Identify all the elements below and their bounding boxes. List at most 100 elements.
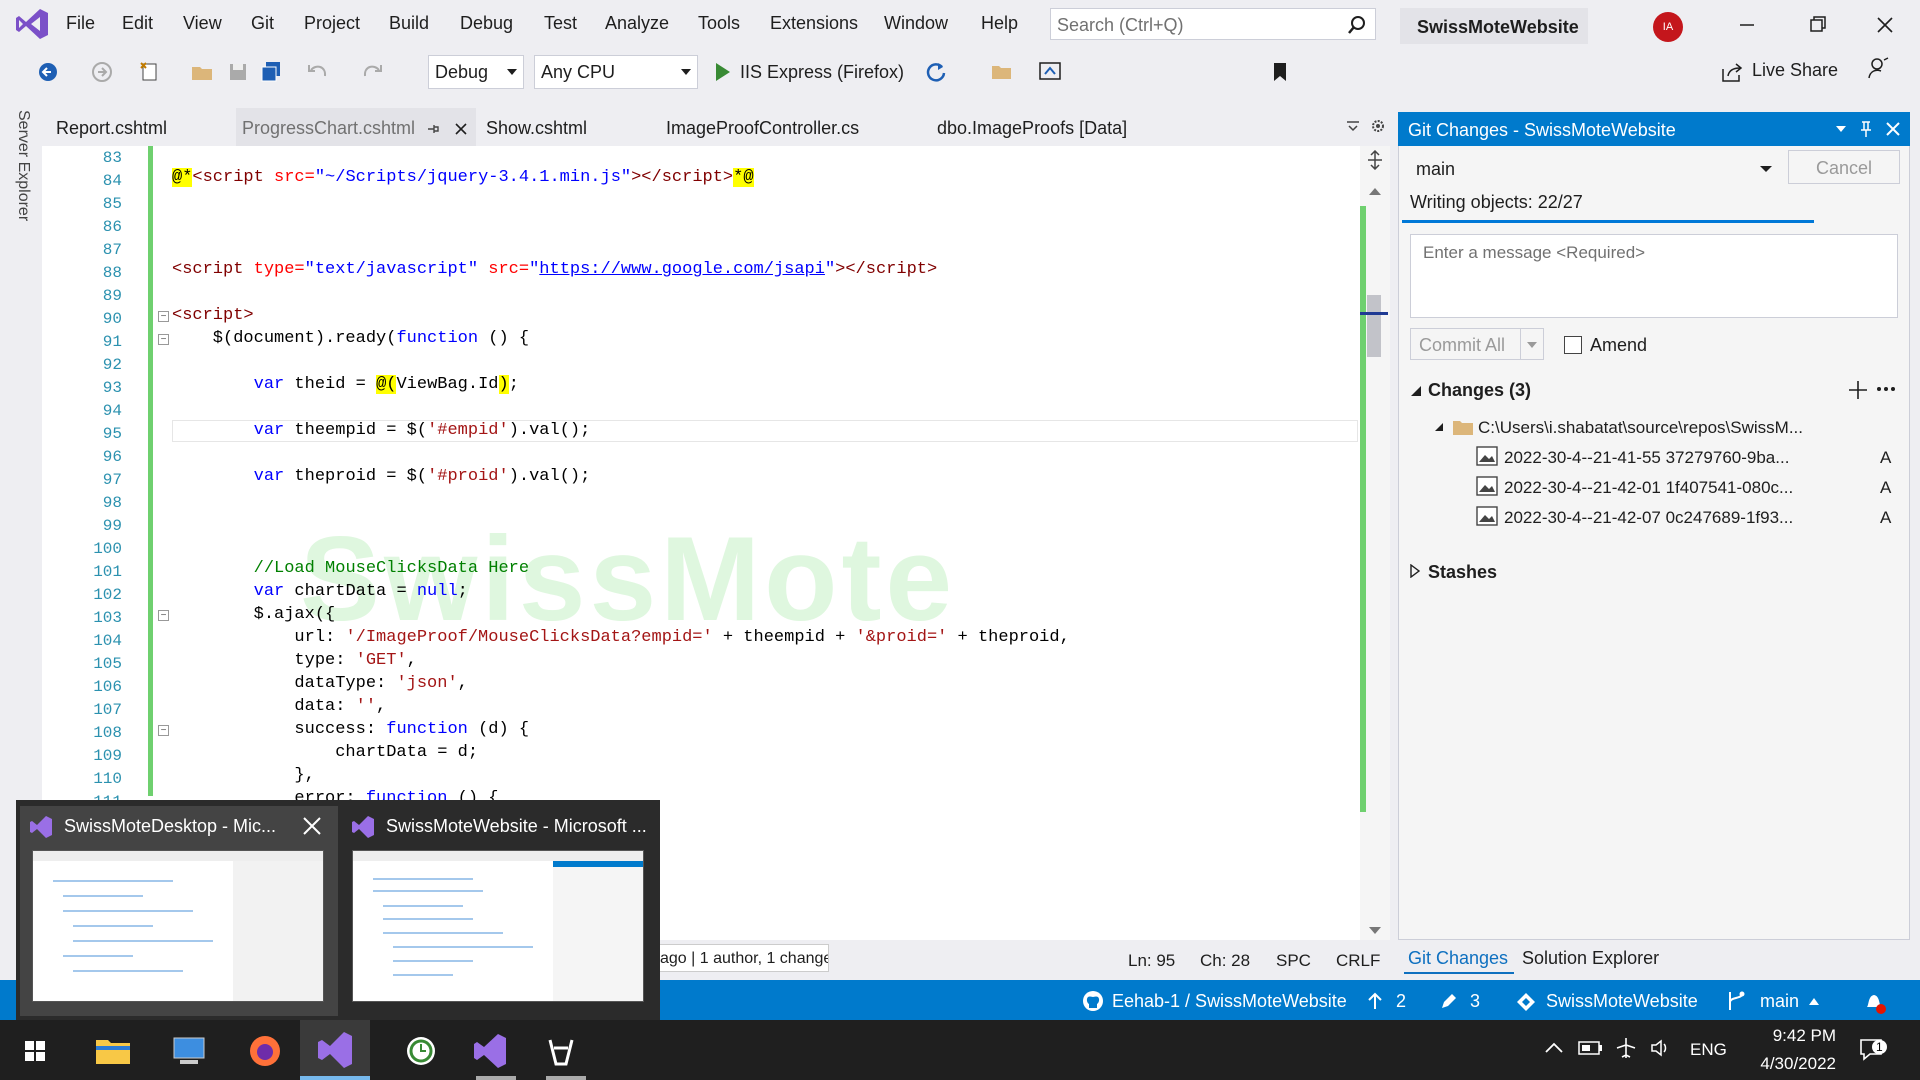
changed-file-item[interactable]: 2022-30-4--21-42-07 0c247689-1f93... [1504,508,1793,528]
menu-test[interactable]: Test [544,13,577,34]
code-lens-blame[interactable]: ago | 1 author, 1 change [655,944,829,972]
settings-gear-icon[interactable] [1370,118,1386,134]
new-project-icon[interactable] [138,60,162,84]
tab-show[interactable]: Show.cshtml [486,118,587,139]
server-explorer-tab[interactable]: Server Explorer [14,110,32,221]
menu-help[interactable]: Help [981,13,1018,34]
fold-toggle-icon[interactable]: − [158,610,169,621]
column-indicator[interactable]: Ch: 28 [1200,951,1250,971]
stage-all-plus-icon[interactable] [1848,380,1868,400]
stashes-header[interactable]: Stashes [1428,562,1497,583]
amend-checkbox[interactable] [1564,336,1582,354]
tab-git-changes[interactable]: Git Changes [1408,948,1508,969]
pin-icon[interactable] [426,122,440,136]
refresh-icon[interactable] [924,60,948,84]
clock-date[interactable]: 4/30/2022 [1744,1054,1836,1074]
redo-icon[interactable] [360,60,384,84]
tab-progresschart[interactable]: ProgressChart.cshtml [242,118,415,139]
live-share-icon[interactable] [1720,60,1744,84]
menu-file[interactable]: File [66,13,95,34]
file-explorer-icon[interactable] [88,1026,138,1076]
platform-dropdown[interactable]: Any CPU [534,55,698,89]
repo-name[interactable]: Eehab-1 / SwissMoteWebsite [1112,991,1347,1012]
scrollbar-thumb[interactable] [1367,295,1381,357]
menu-window[interactable]: Window [884,13,948,34]
menu-extensions[interactable]: Extensions [770,13,858,34]
close-window-icon[interactable] [1870,12,1900,38]
menu-edit[interactable]: Edit [122,13,153,34]
scroll-up-icon[interactable] [1368,186,1382,196]
cancel-button[interactable]: Cancel [1788,150,1900,184]
avatar[interactable]: IA [1653,12,1683,42]
clock-time[interactable]: 9:42 PM [1756,1026,1836,1046]
bookmark-icon[interactable] [1268,60,1292,84]
feedback-icon[interactable] [1866,56,1890,80]
live-share-button[interactable]: Live Share [1752,60,1838,81]
pending-changes-count[interactable]: 3 [1470,991,1480,1012]
close-thumbnail-icon[interactable] [302,816,322,836]
scroll-down-icon[interactable] [1368,926,1382,936]
whitespace-indicator[interactable]: SPC [1276,951,1311,971]
language-indicator[interactable]: ENG [1690,1040,1727,1060]
tab-list-icon[interactable] [1346,120,1360,134]
save-icon[interactable] [226,60,250,84]
expand-arrow-icon[interactable] [1410,385,1422,397]
menu-project[interactable]: Project [304,13,360,34]
more-options-icon[interactable] [1876,386,1896,392]
tab-imageproofcontroller[interactable]: ImageProofController.cs [666,118,859,139]
changes-header[interactable]: Changes (3) [1428,380,1531,401]
menu-debug[interactable]: Debug [460,13,513,34]
collapsed-arrow-icon[interactable] [1410,564,1420,578]
run-play-icon[interactable] [714,62,732,82]
close-panel-icon[interactable] [1886,122,1900,136]
changed-file-item[interactable]: 2022-30-4--21-42-01 1f407541-080c... [1504,478,1793,498]
remote-desktop-icon[interactable] [164,1026,214,1076]
notifications-bell-icon[interactable] [1862,990,1886,1014]
visual-studio-logo-icon[interactable] [14,6,50,42]
open-folder-icon[interactable] [190,60,214,84]
airplane-mode-icon[interactable] [1614,1036,1638,1060]
back-icon[interactable] [36,60,60,84]
browse-folder-icon[interactable] [990,60,1014,84]
pin-panel-icon[interactable] [1859,120,1873,138]
firefox-icon[interactable] [240,1026,290,1076]
windows-start-icon[interactable] [10,1026,60,1076]
tab-dbo-imageproofs[interactable]: dbo.ImageProofs [Data] [937,118,1127,139]
outgoing-commits-count[interactable]: 2 [1396,991,1406,1012]
expand-arrow-icon[interactable] [1434,422,1444,432]
fold-toggle-icon[interactable]: − [158,334,169,345]
branch-dropdown[interactable]: main [1406,152,1780,184]
browser-link-icon[interactable] [1038,60,1062,84]
volume-icon[interactable] [1650,1038,1672,1058]
run-target-button[interactable]: IIS Express (Firefox) [740,62,904,83]
commit-message-input[interactable]: Enter a message <Required> [1410,234,1898,318]
show-hidden-icons-chevron-icon[interactable] [1544,1040,1564,1056]
line-indicator[interactable]: Ln: 95 [1128,951,1175,971]
line-ending-indicator[interactable]: CRLF [1336,951,1380,971]
menu-build[interactable]: Build [389,13,429,34]
branch-menu-up-icon[interactable] [1808,996,1820,1006]
minimize-icon[interactable] [1732,12,1762,38]
installer-icon[interactable] [536,1026,586,1076]
panel-menu-icon[interactable] [1835,124,1847,134]
clock-app-icon[interactable] [396,1026,446,1076]
undo-icon[interactable] [306,60,330,84]
close-tab-icon[interactable] [454,122,468,136]
forward-icon[interactable] [90,60,114,84]
search-input[interactable]: Search (Ctrl+Q) [1050,8,1376,40]
changes-folder-path[interactable]: C:\Users\i.shabatat\source\repos\SwissM.… [1478,418,1803,438]
fold-toggle-icon[interactable]: − [158,311,169,322]
status-branch-name[interactable]: main [1760,991,1799,1012]
changed-file-item[interactable]: 2022-30-4--21-41-55 37279760-9ba... [1504,448,1789,468]
fold-toggle-icon[interactable]: − [158,725,169,736]
menu-view[interactable]: View [183,13,222,34]
menu-tools[interactable]: Tools [698,13,740,34]
visual-studio-2-icon[interactable] [464,1026,514,1076]
menu-git[interactable]: Git [251,13,274,34]
visual-studio-taskbar-active[interactable] [300,1020,370,1080]
save-all-icon[interactable] [260,60,284,84]
config-dropdown[interactable]: Debug [428,55,524,89]
commit-options-dropdown[interactable] [1520,328,1544,360]
battery-icon[interactable] [1578,1040,1604,1056]
split-editor-icon[interactable] [1366,150,1384,170]
